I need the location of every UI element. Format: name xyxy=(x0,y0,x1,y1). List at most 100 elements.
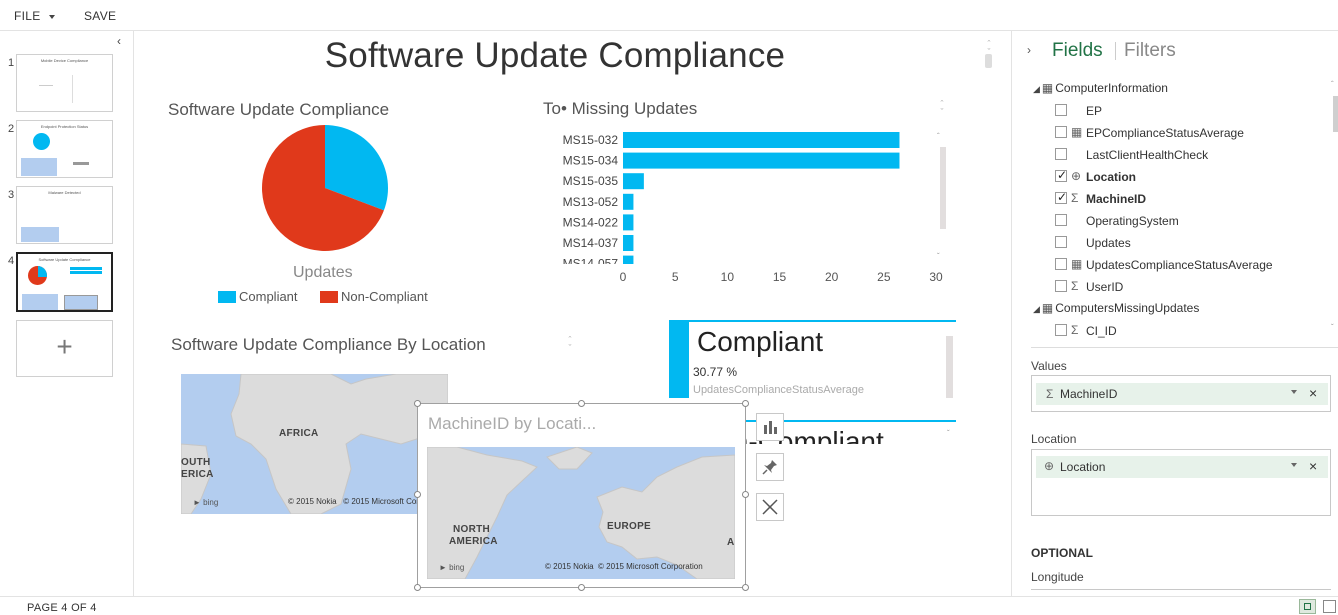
fields-list: ◢ ▦ ComputerInformation EP ▦ EPComplianceStat… xyxy=(1011,77,1336,342)
resize-handle[interactable] xyxy=(578,584,585,591)
page-thumbnail-3[interactable]: Malware Detected xyxy=(16,186,113,244)
pie-chart[interactable] xyxy=(255,118,395,258)
bar[interactable] xyxy=(623,152,900,169)
tab-filters[interactable]: Filters xyxy=(1124,40,1176,62)
resize-handle[interactable] xyxy=(414,400,421,407)
longitude-well[interactable] xyxy=(1031,589,1331,595)
collapse-pane-chevron-icon[interactable]: ‹ xyxy=(117,34,121,48)
resize-handle[interactable] xyxy=(414,491,421,498)
page-thumbnail-4[interactable]: Software Update Compliance xyxy=(16,252,113,312)
map-land xyxy=(181,374,448,514)
close-icon[interactable]: × xyxy=(1309,385,1317,401)
map-compliance-by-location[interactable]: AFRICA OUTH ERICA AU ► bing © 2015 Nokia… xyxy=(181,374,448,514)
chevron-down-icon[interactable] xyxy=(1291,390,1297,394)
fields-scrollbar-thumb[interactable] xyxy=(1333,96,1338,132)
field-checkbox[interactable] xyxy=(1055,168,1067,182)
visual-scroll-arrows[interactable]: ˆˇ xyxy=(937,100,947,117)
pin-icon xyxy=(762,460,777,475)
table-node[interactable]: ◢ ▦ ComputersMissingUpdates xyxy=(1033,301,1199,315)
location-field-pill[interactable]: ⊕ Location × xyxy=(1036,456,1328,478)
field-item[interactable]: Σ CI_ID xyxy=(1055,323,1325,341)
field-checkbox[interactable] xyxy=(1055,190,1067,204)
field-item[interactable]: Σ MachineID xyxy=(1055,190,1325,209)
sigma-icon: Σ xyxy=(1071,279,1079,293)
bar-scrollbar-thumb[interactable] xyxy=(940,147,946,229)
resize-handle[interactable] xyxy=(742,400,749,407)
delete-visual-button[interactable] xyxy=(756,493,784,521)
field-name: EP xyxy=(1086,104,1103,118)
field-checkbox[interactable] xyxy=(1055,324,1067,336)
page-thumbnail-title: Endpoint Protection Status xyxy=(40,124,89,129)
fields-scroll-up-icon[interactable]: ˆ xyxy=(1331,80,1334,89)
card-scrollbar-thumb[interactable] xyxy=(946,336,953,398)
field-name: Updates xyxy=(1086,236,1131,250)
values-well[interactable]: Σ MachineID × xyxy=(1031,375,1331,412)
bar[interactable] xyxy=(623,193,634,210)
pin-button[interactable] xyxy=(756,453,784,481)
collapse-triangle-icon[interactable]: ◢ xyxy=(1033,304,1040,314)
page-number: 3 xyxy=(8,189,15,201)
chevron-down-icon xyxy=(48,14,55,19)
bar-chart-plot[interactable]: MS15-032 MS15-034 MS15-035 MS13-052 MS14-022… xyxy=(540,130,940,264)
field-item[interactable]: LastClientHealthCheck xyxy=(1055,147,1325,165)
card-title: Compliant xyxy=(697,326,824,357)
field-checkbox[interactable] xyxy=(1055,236,1067,248)
collapse-triangle-icon[interactable]: ◢ xyxy=(1033,84,1040,94)
map-copyright-nokia: © 2015 Nokia xyxy=(545,562,594,571)
bar[interactable] xyxy=(623,173,644,190)
add-page-button[interactable]: + xyxy=(16,320,113,377)
visual-scroll-arrows[interactable]: ˆˇ xyxy=(565,336,575,353)
expand-pane-chevron-icon[interactable]: › xyxy=(1027,43,1031,57)
close-icon[interactable]: × xyxy=(1309,458,1317,474)
globe-icon: ⊕ xyxy=(1044,459,1055,473)
field-item[interactable]: EP xyxy=(1055,103,1325,121)
reading-view-button[interactable] xyxy=(1299,599,1316,614)
field-name: MachineID xyxy=(1086,192,1147,206)
canvas-scrollbar-thumb[interactable] xyxy=(985,54,992,68)
values-field-pill[interactable]: Σ MachineID × xyxy=(1036,383,1328,405)
bar-category-label: MS14-022 xyxy=(563,215,619,229)
field-item[interactable]: ▦ UpdatesComplianceStatusAverage xyxy=(1055,257,1325,275)
chevron-down-icon[interactable] xyxy=(1291,463,1297,467)
x-tick-label: 0 xyxy=(620,270,627,284)
close-icon xyxy=(762,499,778,515)
field-item[interactable]: Σ UserID xyxy=(1055,279,1325,297)
resize-handle[interactable] xyxy=(742,584,749,591)
resize-handle[interactable] xyxy=(414,584,421,591)
field-checkbox[interactable] xyxy=(1055,258,1067,270)
change-visualization-button[interactable] xyxy=(756,413,784,441)
field-checkbox[interactable] xyxy=(1055,104,1067,116)
field-item[interactable]: ▦ EPComplianceStatusAverage xyxy=(1055,125,1325,143)
field-name: LastClientHealthCheck xyxy=(1086,148,1209,162)
page-thumbnail-1[interactable]: Mobile Device Compliance xyxy=(16,54,113,112)
fields-scroll-down-icon[interactable]: ˇ xyxy=(1331,323,1334,332)
field-checkbox[interactable] xyxy=(1055,280,1067,292)
bing-text: bing xyxy=(203,498,219,507)
field-checkbox[interactable] xyxy=(1055,126,1067,138)
field-item[interactable]: Updates xyxy=(1055,235,1325,253)
x-tick-label: 5 xyxy=(672,270,679,284)
page-thumbnail-2[interactable]: Endpoint Protection Status xyxy=(16,120,113,178)
location-well[interactable]: ⊕ Location × xyxy=(1031,449,1331,516)
file-menu-label: FILE xyxy=(14,9,41,23)
bar[interactable] xyxy=(623,132,900,148)
map-area[interactable]: NORTH AMERICA EUROPE A ► bing © 2015 Nok… xyxy=(427,447,735,579)
tab-fields[interactable]: Fields xyxy=(1052,40,1103,62)
save-button[interactable]: SAVE xyxy=(84,9,116,23)
bar[interactable] xyxy=(623,214,634,231)
field-checkbox[interactable] xyxy=(1055,148,1067,160)
resize-handle[interactable] xyxy=(742,491,749,498)
report-title: Software Update Compliance xyxy=(324,36,786,75)
field-item[interactable]: OperatingSystem xyxy=(1055,213,1325,231)
card-compliant[interactable]: Compliant 30.77 % UpdatesComplianceStatu… xyxy=(669,320,956,398)
cards-scroll-down-icon[interactable]: ˇ xyxy=(947,429,950,438)
file-menu[interactable]: FILE xyxy=(14,9,55,23)
resize-handle[interactable] xyxy=(578,400,585,407)
fit-to-window-button[interactable] xyxy=(1323,600,1336,613)
bar[interactable] xyxy=(623,235,634,251)
field-checkbox[interactable] xyxy=(1055,214,1067,226)
field-item[interactable]: ⊕ Location xyxy=(1055,168,1325,187)
table-node[interactable]: ◢ ▦ ComputerInformation xyxy=(1033,81,1168,95)
field-name: OperatingSystem xyxy=(1086,214,1179,228)
map-machineid-by-location[interactable]: MachineID by Locati... NORTH AMERICA EUR… xyxy=(417,403,746,588)
